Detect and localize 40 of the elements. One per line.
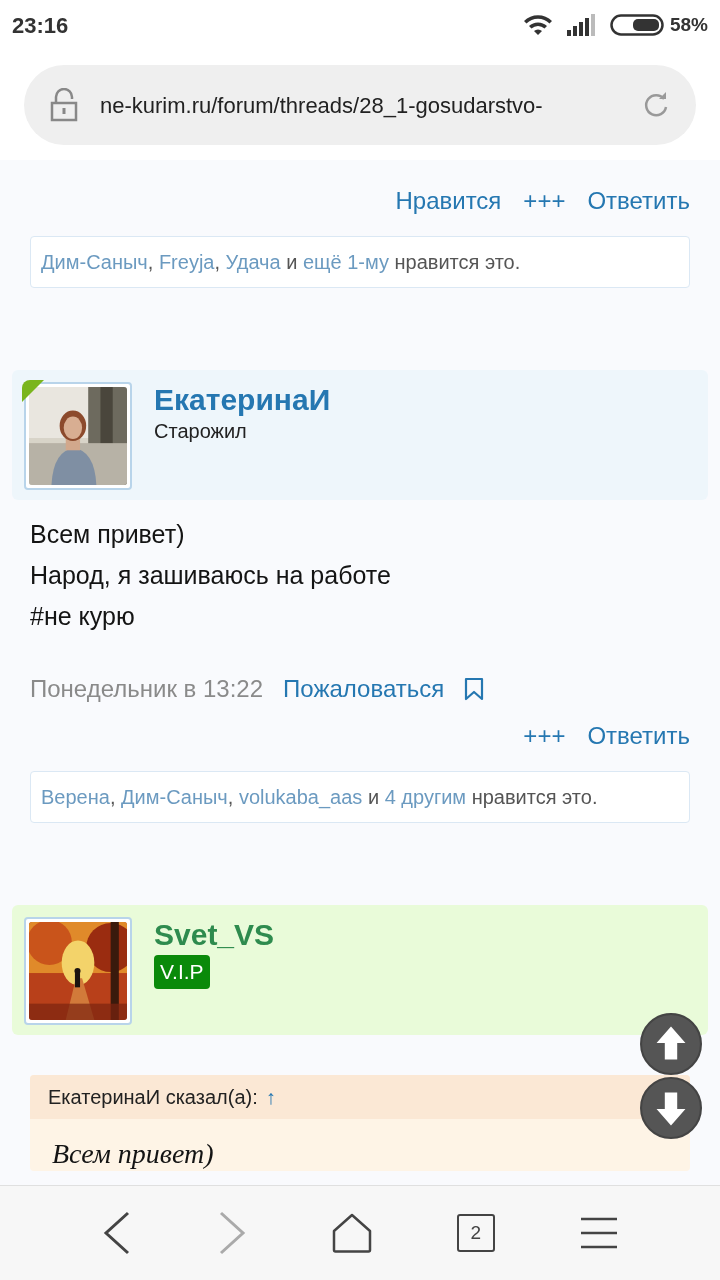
user-link[interactable]: Freyja (158, 251, 215, 273)
quote-text: Всем привет) (52, 1137, 215, 1171)
user-link[interactable]: 4 другим (384, 786, 467, 808)
action-link[interactable]: +++ (523, 721, 566, 751)
post-text: #не курю (30, 601, 136, 632)
user-link[interactable]: volukaba_aas (238, 786, 363, 808)
home-icon[interactable] (332, 1213, 372, 1253)
action-link[interactable]: Ответить (587, 721, 690, 751)
battery-percent: 58% (669, 12, 708, 37)
menu-icon[interactable] (579, 1217, 618, 1249)
address-bar[interactable]: ne-kurim.ru/forum/threads/28_1-gosudarstvo- (24, 65, 696, 145)
user-link[interactable]: Верена (41, 786, 110, 808)
action-link[interactable]: Нравится (395, 186, 502, 216)
user-link[interactable]: Удача (225, 251, 281, 273)
user-link[interactable]: Дим-Саныч (121, 786, 228, 808)
tabs-button[interactable]: 2 (456, 1214, 495, 1252)
scroll-down-button[interactable] (640, 1077, 702, 1139)
user-link[interactable]: ещё 1-му (302, 251, 389, 273)
user-link[interactable]: Дим-Саныч (41, 251, 148, 273)
battery-icon (609, 13, 664, 37)
lock-icon (50, 88, 78, 122)
url-text: ne-kurim.ru/forum/threads/28_1-gosudarstvo- (100, 91, 544, 120)
bookmark-icon[interactable] (464, 677, 485, 701)
action-link[interactable]: Ответить (587, 186, 690, 216)
action-link[interactable]: +++ (523, 186, 566, 216)
clock: 23:16 (12, 11, 69, 40)
post-date: Понедельник в 13:22 (30, 674, 264, 704)
post-text: Народ, я зашиваюсь на работе (30, 560, 392, 591)
report-link[interactable]: Пожаловаться (283, 671, 445, 707)
scroll-up-button[interactable] (640, 1013, 702, 1075)
user-title: Старожил (154, 419, 247, 444)
user-badge: V.I.P (154, 955, 210, 989)
post-text: Всем привет) (30, 519, 186, 550)
quote-jump-link[interactable]: ↑ (265, 1082, 276, 1112)
username[interactable]: ЕкатеринаИ (154, 382, 331, 418)
quote-source: ЕкатеринаИ сказал(а): (48, 1085, 258, 1110)
username[interactable]: Svet_VS (154, 917, 275, 953)
likes-summary: Дим-Саныч, Freyja, Удача и ещё 1-му нравится это. (41, 250, 521, 275)
likes-summary: Верена, Дим-Саныч, volukaba_aas и 4 другим нравится это. (41, 785, 598, 811)
signal-icon (565, 14, 596, 36)
